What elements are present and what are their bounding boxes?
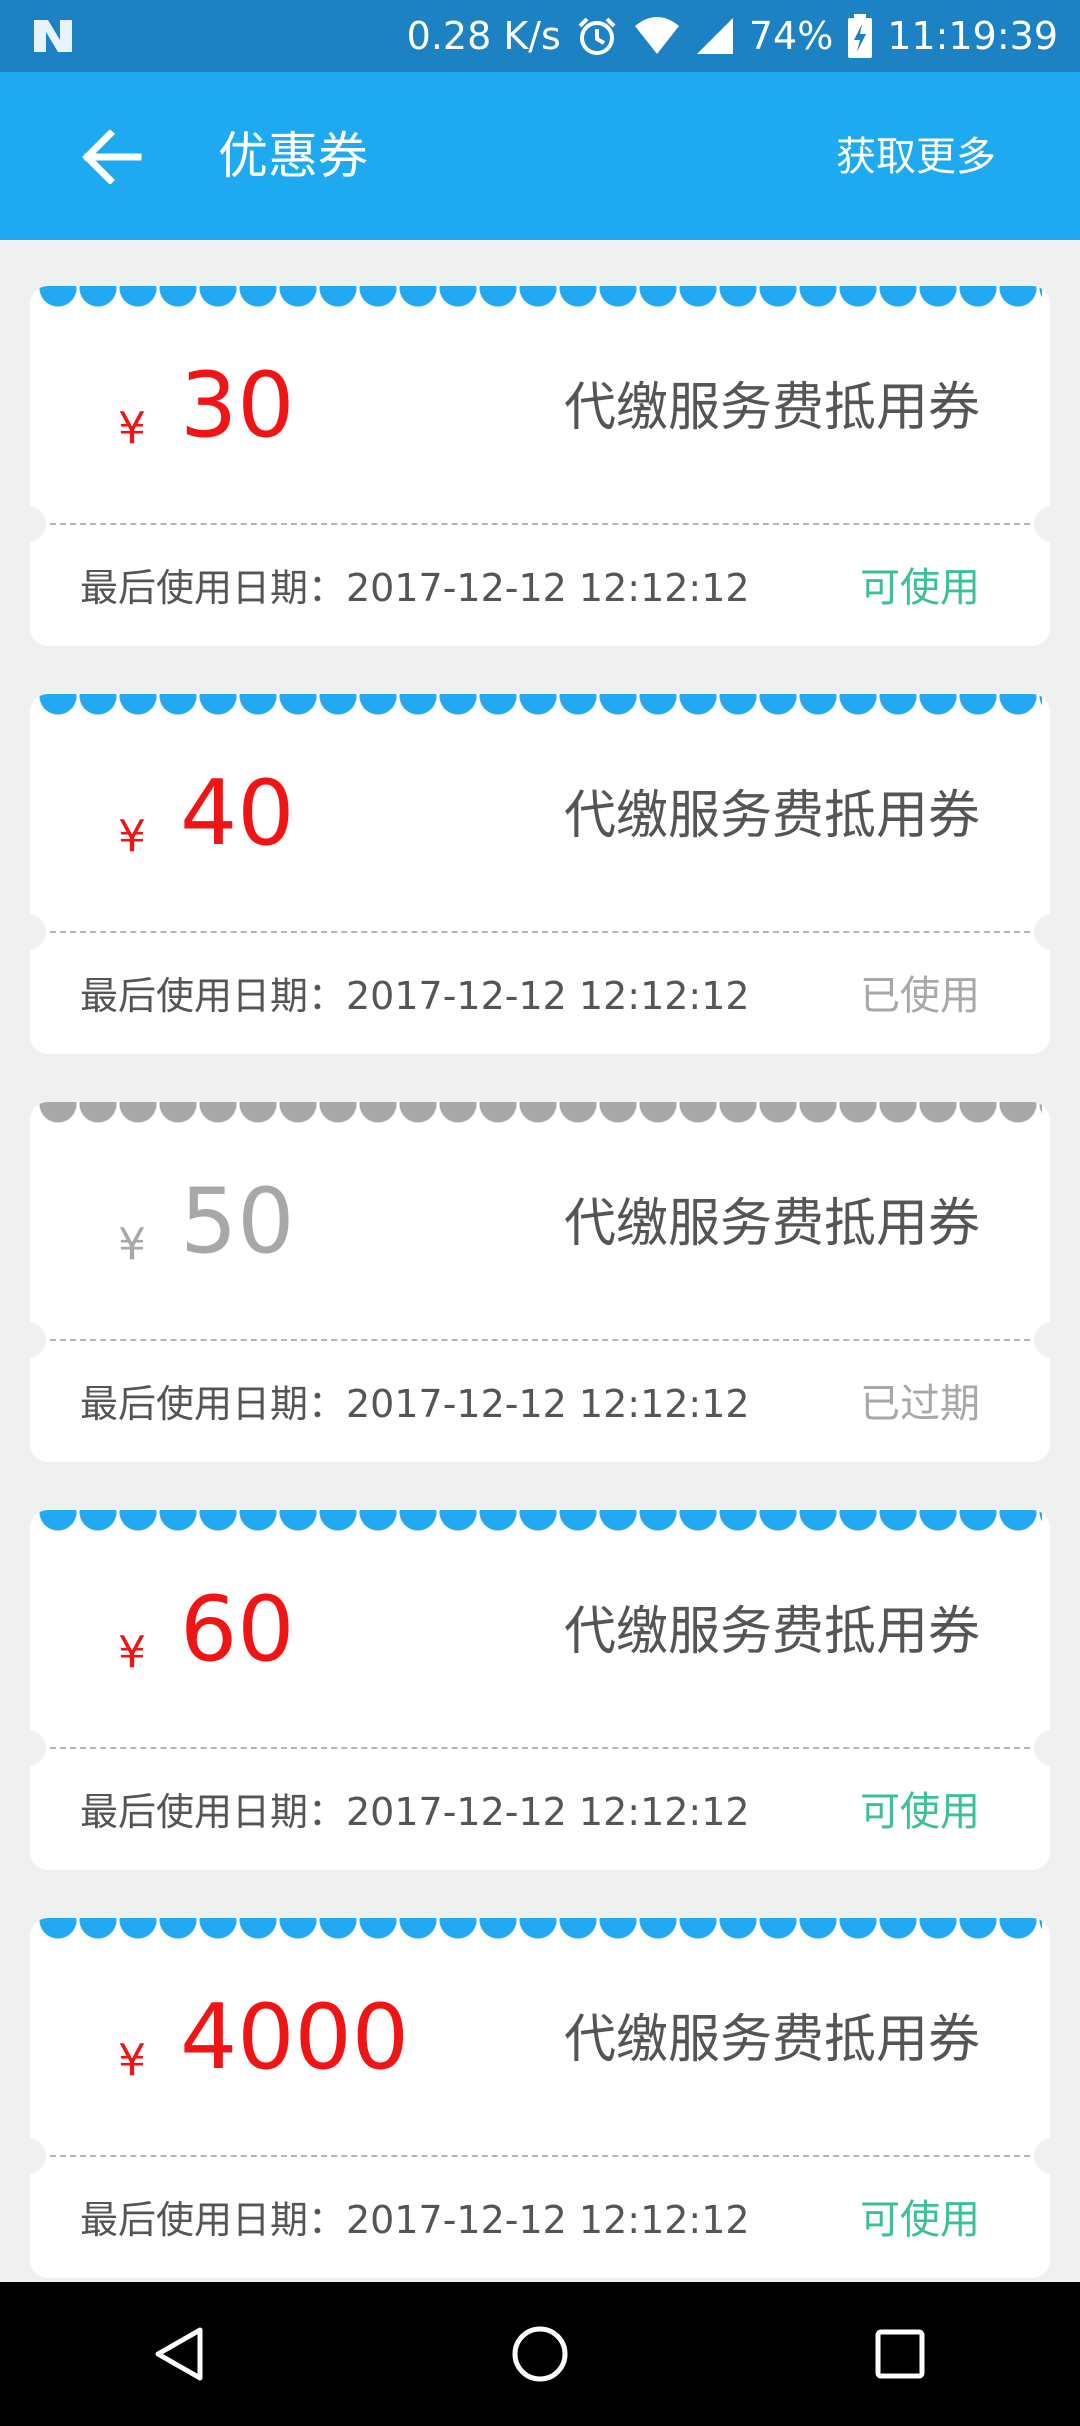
system-recents-button[interactable] — [850, 2304, 950, 2404]
coupon-amount: 60 — [180, 1577, 295, 1682]
coupon-scallop-edge — [38, 286, 1042, 308]
expiry-date: 最后使用日期：2017-12-12 12:12:12 — [80, 974, 750, 1018]
ticket-notch — [1034, 1322, 1050, 1358]
ticket-notch — [30, 1322, 46, 1358]
signal-icon — [696, 18, 733, 54]
ticket-notch — [30, 2138, 46, 2174]
battery-percent: 74% — [748, 14, 834, 58]
ticket-notch — [30, 506, 46, 542]
dashed-divider — [50, 1747, 1030, 1749]
coupon-status: 可使用 — [860, 2197, 980, 2243]
currency-symbol: ¥ — [118, 1627, 146, 1678]
coupon-name: 代缴服务费抵用券 — [563, 1194, 980, 1254]
alarm-icon — [578, 17, 616, 55]
clock: 11:19:39 — [887, 14, 1058, 58]
coupon-status: 可使用 — [860, 1789, 980, 1835]
coupon-card[interactable]: ¥ 30 代缴服务费抵用券 最后使用日期：2017-12-12 12:12:12… — [30, 286, 1050, 646]
coupon-status: 已使用 — [860, 973, 980, 1019]
coupon-card[interactable]: ¥ 50 代缴服务费抵用券 最后使用日期：2017-12-12 12:12:12… — [30, 1102, 1050, 1462]
ticket-notch — [1034, 914, 1050, 950]
notification-n-icon — [34, 20, 72, 52]
recents-square-icon — [875, 2329, 925, 2379]
expiry-date: 最后使用日期：2017-12-12 12:12:12 — [80, 2198, 750, 2242]
coupon-name: 代缴服务费抵用券 — [563, 378, 980, 438]
currency-symbol: ¥ — [118, 1219, 146, 1270]
coupon-scallop-edge — [38, 694, 1042, 716]
home-circle-icon — [512, 2326, 568, 2382]
dashed-divider — [50, 1339, 1030, 1341]
app-bar: 优惠券 获取更多 — [0, 72, 1080, 240]
back-triangle-icon — [155, 2327, 203, 2381]
currency-symbol: ¥ — [118, 403, 146, 454]
ticket-notch — [1034, 2138, 1050, 2174]
back-button[interactable] — [74, 124, 150, 190]
status-bar: 0.28 K/s 74% 11:19:39 — [0, 0, 1080, 72]
ticket-notch — [1034, 1730, 1050, 1766]
coupon-status: 可使用 — [860, 565, 980, 611]
coupon-amount: 30 — [180, 353, 295, 458]
coupon-scallop-edge — [38, 1102, 1042, 1124]
expiry-date: 最后使用日期：2017-12-12 12:12:12 — [80, 566, 750, 610]
page-title: 优惠券 — [218, 127, 368, 185]
coupon-card[interactable]: ¥ 40 代缴服务费抵用券 最后使用日期：2017-12-12 12:12:12… — [30, 694, 1050, 1054]
coupon-card[interactable]: ¥ 4000 代缴服务费抵用券 最后使用日期：2017-12-12 12:12:… — [30, 1918, 1050, 2278]
coupon-amount: 4000 — [180, 1985, 410, 2090]
system-nav-bar — [0, 2282, 1080, 2426]
expiry-date: 最后使用日期：2017-12-12 12:12:12 — [80, 1790, 750, 1834]
coupon-card[interactable]: ¥ 60 代缴服务费抵用券 最后使用日期：2017-12-12 12:12:12… — [30, 1510, 1050, 1870]
coupon-status: 已过期 — [860, 1381, 980, 1427]
expiry-date: 最后使用日期：2017-12-12 12:12:12 — [80, 1382, 750, 1426]
get-more-button[interactable]: 获取更多 — [836, 132, 996, 182]
ticket-notch — [30, 914, 46, 950]
wifi-icon — [634, 17, 679, 54]
coupon-scallop-edge — [38, 1918, 1042, 1940]
currency-symbol: ¥ — [118, 811, 146, 862]
coupon-name: 代缴服务费抵用券 — [563, 1602, 980, 1662]
dashed-divider — [50, 931, 1030, 933]
currency-symbol: ¥ — [118, 2035, 146, 2086]
battery-charging-icon — [848, 14, 873, 58]
dashed-divider — [50, 2155, 1030, 2157]
system-back-button[interactable] — [130, 2304, 230, 2404]
ticket-notch — [1034, 506, 1050, 542]
coupon-name: 代缴服务费抵用券 — [563, 2010, 980, 2070]
ticket-notch — [30, 1730, 46, 1766]
network-speed: 0.28 K/s — [406, 14, 561, 58]
coupon-scallop-edge — [38, 1510, 1042, 1532]
coupon-amount: 50 — [180, 1169, 295, 1274]
dashed-divider — [50, 523, 1030, 525]
coupon-name: 代缴服务费抵用券 — [563, 786, 980, 846]
system-home-button[interactable] — [490, 2304, 590, 2404]
coupon-amount: 40 — [180, 761, 295, 866]
arrow-left-icon — [82, 130, 142, 184]
